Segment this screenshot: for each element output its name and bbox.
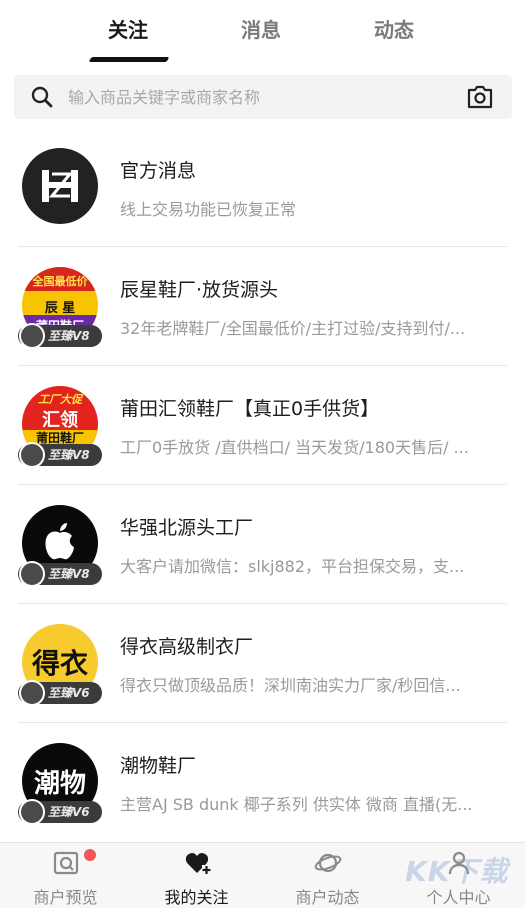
merchant-name: 得衣高级制衣厂 xyxy=(120,636,254,658)
list-item[interactable]: 潮物 至臻V6 潮物鞋厂 主营AJ SB dunk 椰子系列 供实体 微商 直播… xyxy=(0,723,525,842)
store-preview-icon xyxy=(53,851,78,875)
merchant-list: 官方消息 线上交易功能已恢复正常 全国最低价 辰 星 莆田鞋厂 至臻V8 辰星鞋… xyxy=(0,128,525,842)
planet-icon xyxy=(314,853,341,873)
merchant-name: 潮物鞋厂 xyxy=(120,755,197,777)
list-item[interactable]: 至臻V8 华强北源头工厂 大客户请加微信：slkj882，平台担保交易，支... xyxy=(0,485,525,604)
search-icon[interactable] xyxy=(30,85,54,109)
camera-icon[interactable] xyxy=(466,84,494,110)
heart-plus-icon xyxy=(185,852,211,874)
merchant-desc: 工厂0手放货 /直供档口/ 当天发货/180天售后/ ... xyxy=(120,438,469,457)
tab-messages[interactable]: 消息 xyxy=(241,14,281,43)
list-item[interactable]: 得衣 至臻V6 得衣高级制衣厂 得衣只做顶级品质！深圳南油实力厂家/秒回信... xyxy=(0,604,525,723)
nav-label: 我的关注 xyxy=(164,888,229,907)
badge-emblem-icon xyxy=(19,442,45,468)
avatar-top-text: 工厂大促 xyxy=(38,393,82,406)
avatar-mid-text: 辰 星 xyxy=(44,301,76,316)
merchant-desc: 32年老牌鞋厂/全国最低价/主打过验/支持到付/... xyxy=(120,319,466,338)
level-badge: 至臻V6 xyxy=(18,799,102,825)
nav-my-follows[interactable]: 我的关注 xyxy=(131,843,262,908)
level-badge: 至臻V8 xyxy=(18,561,102,587)
badge-label: 至臻V8 xyxy=(48,567,90,581)
nav-label: 商户预览 xyxy=(33,888,98,907)
merchant-name: 辰星鞋厂·放货源头 xyxy=(120,279,279,301)
search-input[interactable] xyxy=(68,75,448,119)
merchant-desc: 大客户请加微信：slkj882，平台担保交易，支... xyxy=(120,557,465,576)
merchant-desc: 得衣只做顶级品质！深圳南油实力厂家/秒回信... xyxy=(120,676,461,695)
list-item[interactable]: 全国最低价 辰 星 莆田鞋厂 至臻V8 辰星鞋厂·放货源头 32年老牌鞋厂/全国… xyxy=(0,247,525,366)
avatar-text: 得衣 xyxy=(31,647,88,680)
merchant-name: 官方消息 xyxy=(120,160,197,182)
merchant-desc: 主营AJ SB dunk 椰子系列 供实体 微商 直播(无... xyxy=(120,795,473,814)
merchant-name: 华强北源头工厂 xyxy=(120,517,254,539)
nav-merchant-feed[interactable]: 商户动态 xyxy=(262,843,393,908)
list-item[interactable]: 工厂大促 汇领 莆田鞋厂 至臻V8 莆田汇领鞋厂【真正0手供货】 工厂0手放货 … xyxy=(0,366,525,485)
badge-emblem-icon xyxy=(19,799,45,825)
nav-store-preview[interactable]: 商户预览 xyxy=(0,843,131,908)
notification-dot xyxy=(84,849,96,861)
level-badge: 至臻V8 xyxy=(18,323,102,349)
badge-emblem-icon xyxy=(19,323,45,349)
brand-logo-icon xyxy=(42,170,78,202)
active-tab-indicator xyxy=(88,57,170,62)
list-item[interactable]: 官方消息 线上交易功能已恢复正常 xyxy=(0,128,525,247)
merchant-desc: 线上交易功能已恢复正常 xyxy=(120,200,297,219)
nav-label: 商户动态 xyxy=(295,888,360,907)
level-badge: 至臻V6 xyxy=(18,680,102,706)
merchant-name: 莆田汇领鞋厂【真正0手供货】 xyxy=(120,398,380,420)
tab-feed[interactable]: 动态 xyxy=(374,14,414,43)
badge-label: 至臻V8 xyxy=(48,448,90,462)
avatar xyxy=(22,148,98,224)
badge-label: 至臻V8 xyxy=(48,329,90,343)
badge-label: 至臻V6 xyxy=(48,805,90,819)
top-tabs: 关注 消息 动态 xyxy=(0,0,525,64)
badge-emblem-icon xyxy=(19,680,45,706)
tab-follow[interactable]: 关注 xyxy=(108,14,148,43)
badge-label: 至臻V6 xyxy=(48,686,90,700)
avatar-text: 潮物 xyxy=(33,769,86,799)
watermark: KK下载 xyxy=(405,855,509,888)
search-bar xyxy=(14,75,512,119)
avatar-top-text: 全国最低价 xyxy=(32,275,88,288)
badge-emblem-icon xyxy=(19,561,45,587)
level-badge: 至臻V8 xyxy=(18,442,102,468)
